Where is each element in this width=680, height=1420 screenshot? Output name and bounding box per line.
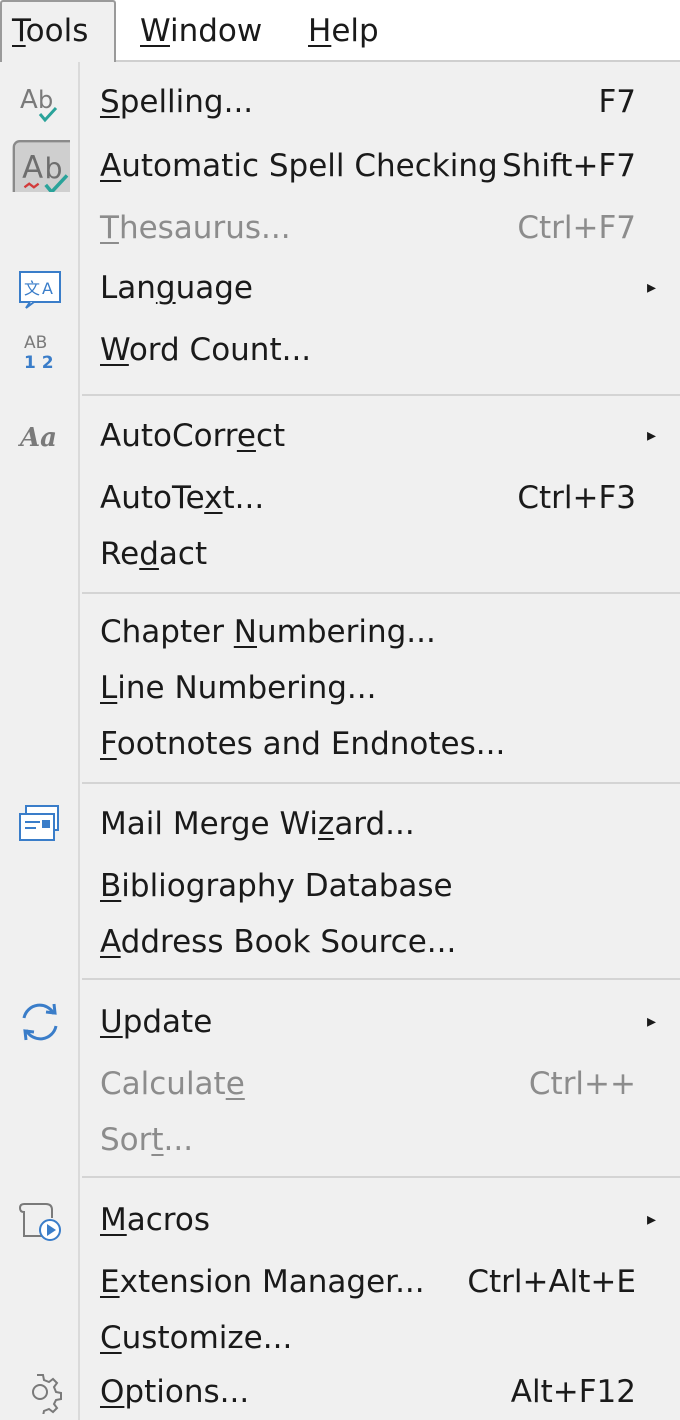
word-count-icon: AB 1 2 <box>24 333 54 372</box>
menu-item-label: Extension Manager... <box>100 1264 425 1300</box>
menu-item-bibliography-database[interactable]: Bibliography Database <box>0 858 680 914</box>
svg-text:Aa: Aa <box>17 423 57 453</box>
shortcut-label: Ctrl+F3 <box>517 480 636 516</box>
separator <box>82 394 680 396</box>
separator <box>82 978 680 980</box>
macros-icon <box>18 1203 61 1241</box>
menu-item-word-count[interactable]: AB 1 2 Word Count... <box>0 322 680 378</box>
menu-help-mnemonic: H <box>308 13 332 49</box>
menu-item-label: Calculate <box>100 1066 245 1102</box>
menu-item-macros[interactable]: Macros ▸ <box>0 1192 680 1248</box>
menu-item-label: Macros <box>100 1202 210 1238</box>
menu-item-mail-merge-wizard[interactable]: Mail Merge Wizard... <box>0 796 680 852</box>
menu-item-label: Update <box>100 1004 213 1040</box>
menu-help-label-post: elp <box>331 13 379 49</box>
svg-text:b: b <box>38 86 53 114</box>
menu-tools[interactable]: Tools <box>0 0 116 62</box>
menu-window-mnemonic: W <box>140 13 170 49</box>
menu-item-language[interactable]: 文 A Language ▸ <box>0 260 680 316</box>
menu-item-label: Language <box>100 270 254 306</box>
separator <box>82 1176 680 1178</box>
menu-item-label: Options... <box>100 1374 250 1410</box>
shortcut-label: Ctrl+F7 <box>517 210 636 246</box>
menu-item-label: Chapter Numbering... <box>100 614 436 650</box>
menu-item-chapter-numbering[interactable]: Chapter Numbering... <box>0 604 680 660</box>
menu-help[interactable]: Help <box>308 0 379 62</box>
svg-text:b: b <box>45 152 63 185</box>
menu-item-label: Automatic Spell Checking <box>100 148 498 184</box>
update-icon <box>22 1003 58 1041</box>
menu-item-autotext[interactable]: AutoText... Ctrl+F3 <box>0 470 680 526</box>
submenu-arrow-icon: ▸ <box>646 425 656 446</box>
menu-item-label: Thesaurus... <box>100 210 291 246</box>
menu-item-label: Address Book Source... <box>100 924 457 960</box>
svg-text:AB: AB <box>24 333 47 353</box>
menu-window[interactable]: Window <box>140 0 262 62</box>
menu-item-footnotes-endnotes[interactable]: Footnotes and Endnotes... <box>0 716 680 772</box>
shortcut-label: Ctrl++ <box>528 1066 636 1102</box>
submenu-arrow-icon: ▸ <box>646 1209 656 1230</box>
menu-item-label: Redact <box>100 536 208 572</box>
menu-item-update[interactable]: Update ▸ <box>0 994 680 1050</box>
mail-merge-icon <box>19 805 59 841</box>
menu-item-label: Word Count... <box>100 332 312 368</box>
shortcut-label: F7 <box>598 84 636 120</box>
shortcut-label: Alt+F12 <box>510 1374 636 1410</box>
menu-item-thesaurus[interactable]: Thesaurus... Ctrl+F7 <box>0 200 680 256</box>
menu-item-label: AutoText... <box>100 480 265 516</box>
menu-item-label: Sort... <box>100 1122 194 1158</box>
submenu-arrow-icon: ▸ <box>646 1011 656 1032</box>
menu-item-label: Footnotes and Endnotes... <box>100 726 506 762</box>
autocorrect-icon: Aa <box>17 423 57 453</box>
svg-text:文: 文 <box>24 279 40 298</box>
menu-item-automatic-spell-checking[interactable]: A b Automatic Spell Checking Shift+F7 <box>0 138 680 194</box>
menu-item-spelling[interactable]: A b Spelling... F7 <box>0 74 680 130</box>
svg-text:1 2: 1 2 <box>24 353 54 372</box>
menu-item-extension-manager[interactable]: Extension Manager... Ctrl+Alt+E <box>0 1254 680 1310</box>
menu-item-redact[interactable]: Redact <box>0 526 680 582</box>
separator <box>82 592 680 594</box>
menu-item-line-numbering[interactable]: Line Numbering... <box>0 660 680 716</box>
menu-item-label: Spelling... <box>100 84 254 120</box>
submenu-arrow-icon: ▸ <box>646 277 656 298</box>
shortcut-label: Shift+F7 <box>502 148 636 184</box>
menu-item-label: Line Numbering... <box>100 670 377 706</box>
gear-icon <box>32 1374 62 1414</box>
menu-tools-label-post: ools <box>25 13 89 49</box>
menu-item-label: Bibliography Database <box>100 868 453 904</box>
svg-text:A: A <box>42 279 53 298</box>
menu-item-autocorrect[interactable]: Aa AutoCorrect ▸ <box>0 408 680 464</box>
menu-item-label: AutoCorrect <box>100 418 286 454</box>
menu-item-calculate[interactable]: Calculate Ctrl++ <box>0 1056 680 1112</box>
auto-spellcheck-icon: A b <box>12 140 70 192</box>
language-icon: 文 A <box>19 271 61 309</box>
menu-item-options[interactable]: Options... Alt+F12 <box>0 1364 680 1420</box>
menu-bar: Tools Window Help <box>0 0 680 62</box>
menu-item-label: Mail Merge Wizard... <box>100 806 415 842</box>
spelling-icon: A b <box>20 85 58 123</box>
menu-window-label-post: indow <box>169 13 263 49</box>
separator <box>82 782 680 784</box>
menu-tools-mnemonic: T <box>12 13 26 49</box>
svg-text:A: A <box>22 150 43 186</box>
menu-item-sort[interactable]: Sort... <box>0 1112 680 1168</box>
menu-item-label: Customize... <box>100 1320 293 1356</box>
menu-item-address-book-source[interactable]: Address Book Source... <box>0 914 680 970</box>
menu-item-customize[interactable]: Customize... <box>0 1310 680 1366</box>
svg-text:A: A <box>20 85 38 115</box>
shortcut-label: Ctrl+Alt+E <box>467 1264 636 1300</box>
